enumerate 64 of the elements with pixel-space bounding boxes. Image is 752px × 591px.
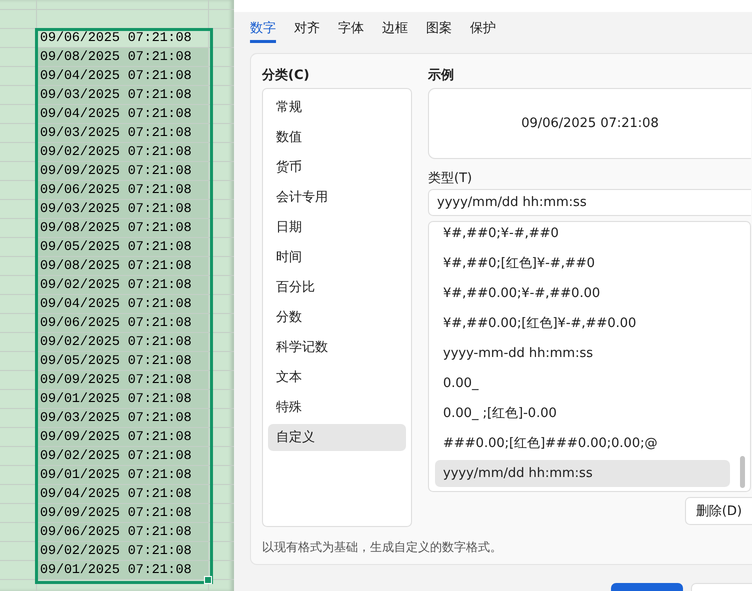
category-item[interactable]: 日期 (268, 214, 406, 241)
table-cell[interactable]: 09/09/2025 07:21:08 (37, 428, 209, 446)
table-cell[interactable]: 09/02/2025 07:21:08 (37, 447, 209, 465)
table-cell[interactable]: 09/04/2025 07:21:08 (37, 105, 209, 123)
table-cell[interactable]: 09/03/2025 07:21:08 (37, 124, 209, 142)
category-item[interactable]: 货币 (268, 154, 406, 181)
type-label: 类型(T) (428, 170, 474, 188)
category-label: 分类(C) (262, 67, 310, 85)
table-cell[interactable]: 09/09/2025 07:21:08 (37, 162, 209, 180)
table-cell[interactable]: 09/09/2025 07:21:08 (37, 371, 209, 389)
table-cell[interactable]: 09/08/2025 07:21:08 (37, 48, 209, 66)
tab[interactable]: 图案 (426, 19, 452, 43)
format-item[interactable]: 0.00_ ;[红色]-0.00 (435, 400, 730, 427)
table-cell[interactable]: 09/02/2025 07:21:08 (37, 276, 209, 294)
table-cell[interactable]: 09/05/2025 07:21:08 (37, 352, 209, 370)
category-item[interactable]: 特殊 (268, 394, 406, 421)
table-cell[interactable]: 09/06/2025 07:21:08 (37, 314, 209, 332)
format-item[interactable]: yyyy/mm/dd hh:mm:ss (435, 460, 730, 487)
table-cell[interactable]: 09/06/2025 07:21:08 (37, 181, 209, 199)
fill-handle[interactable] (204, 576, 212, 584)
hint-text: 以现有格式为基础，生成自定义的数字格式。 (262, 539, 503, 556)
category-item[interactable]: 文本 (268, 364, 406, 391)
table-cell[interactable]: 09/03/2025 07:21:08 (37, 200, 209, 218)
format-item[interactable]: ¥#,##0;¥-#,##0 (435, 222, 730, 247)
table-cell[interactable]: 09/05/2025 07:21:08 (37, 238, 209, 256)
tab[interactable]: 边框 (382, 19, 408, 43)
format-item[interactable]: ¥#,##0;[红色]¥-#,##0 (435, 250, 730, 277)
delete-button[interactable]: 删除(D) (684, 497, 752, 525)
type-field[interactable]: yyyy/mm/dd hh:mm:ss (428, 189, 751, 216)
table-cell[interactable]: 09/06/2025 07:21:08 (37, 523, 209, 541)
category-item[interactable]: 百分比 (268, 274, 406, 301)
format-item[interactable]: ###0.00;[红色]###0.00;0.00;@ (435, 430, 730, 457)
table-cell[interactable]: 09/03/2025 07:21:08 (37, 409, 209, 427)
table-cell[interactable]: 09/01/2025 07:21:08 (37, 561, 209, 579)
category-item[interactable]: 科学记数 (268, 334, 406, 361)
scrollbar-thumb[interactable] (740, 456, 745, 488)
table-cell[interactable]: 09/08/2025 07:21:08 (37, 257, 209, 275)
sample-label: 示例 (428, 67, 455, 85)
tab[interactable]: 对齐 (294, 19, 320, 43)
format-item[interactable]: ¥#,##0.00;[红色]¥-#,##0.00 (435, 310, 730, 337)
table-cell[interactable]: 09/04/2025 07:21:08 (37, 67, 209, 85)
tab[interactable]: 保护 (470, 19, 496, 43)
table-cell[interactable]: 09/02/2025 07:21:08 (37, 333, 209, 351)
format-item[interactable]: yyyy-mm-dd hh:mm:ss (435, 340, 730, 367)
table-cell[interactable]: 09/09/2025 07:21:08 (37, 504, 209, 522)
table-cell[interactable]: 09/01/2025 07:21:08 (37, 390, 209, 408)
format-item[interactable]: 0.00_ (435, 370, 730, 397)
tab[interactable]: 数字 (250, 19, 276, 43)
category-item[interactable]: 数值 (268, 124, 406, 151)
tab[interactable]: 字体 (338, 19, 364, 43)
category-item[interactable]: 会计专用 (268, 184, 406, 211)
format-item[interactable]: ¥#,##0.00;¥-#,##0.00 (435, 280, 730, 307)
category-item[interactable]: 常规 (268, 94, 406, 121)
sample-text: 09/06/2025 07:21:08 (521, 116, 659, 131)
table-cell[interactable]: 09/04/2025 07:21:08 (37, 295, 209, 313)
table-cell[interactable]: 09/03/2025 07:21:08 (37, 86, 209, 104)
category-item[interactable]: 分数 (268, 304, 406, 331)
category-item[interactable]: 自定义 (268, 424, 406, 451)
table-cell[interactable]: 09/02/2025 07:21:08 (37, 542, 209, 560)
table-cell[interactable]: 09/01/2025 07:21:08 (37, 466, 209, 484)
table-cell[interactable]: 09/04/2025 07:21:08 (37, 485, 209, 503)
table-cell[interactable]: 09/08/2025 07:21:08 (37, 219, 209, 237)
category-item[interactable]: 时间 (268, 244, 406, 271)
table-cell[interactable]: 09/02/2025 07:21:08 (37, 143, 209, 161)
